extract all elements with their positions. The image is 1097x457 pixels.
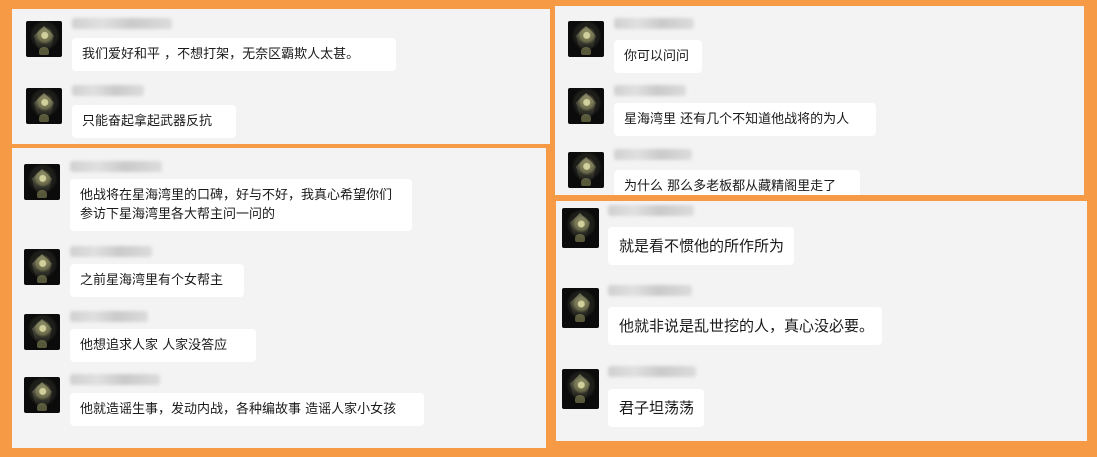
message-bubble[interactable]: 他想追求人家 人家没答应 bbox=[70, 329, 256, 362]
message-bubble[interactable]: 你可以问问 bbox=[614, 40, 702, 73]
sender-name-blurred bbox=[608, 366, 696, 377]
user-avatar-icon[interactable] bbox=[26, 21, 62, 57]
message-bubble[interactable]: 只能奋起拿起武器反抗 bbox=[72, 105, 236, 138]
chat-panel-2: 他战将在星海湾里的口碑，好与不好，我真心希望你们参访下星海湾里各大帮主问一问的 … bbox=[12, 148, 546, 448]
sender-name-blurred bbox=[72, 85, 144, 96]
sender-name-blurred bbox=[70, 374, 160, 385]
sender-name-blurred bbox=[70, 161, 162, 172]
message-bubble[interactable]: 他战将在星海湾里的口碑，好与不好，我真心希望你们参访下星海湾里各大帮主问一问的 bbox=[70, 179, 412, 231]
sender-name-blurred bbox=[608, 205, 694, 216]
user-avatar-icon[interactable] bbox=[24, 249, 60, 285]
chat-panel-4: 就是看不惯他的所作所为 他就非说是乱世挖的人，真心没必要。 君子坦荡荡 bbox=[556, 201, 1087, 441]
message-bubble[interactable]: 他就非说是乱世挖的人，真心没必要。 bbox=[608, 307, 882, 345]
sender-name-blurred bbox=[614, 18, 694, 29]
sender-name-blurred bbox=[614, 85, 686, 96]
message-bubble[interactable]: 为什么 那么多老板都从藏精阁里走了 bbox=[614, 170, 860, 195]
user-avatar-icon[interactable] bbox=[26, 88, 62, 124]
user-avatar-icon[interactable] bbox=[24, 314, 60, 350]
message-bubble[interactable]: 星海湾里 还有几个不知道他战将的为人 bbox=[614, 103, 876, 136]
user-avatar-icon[interactable] bbox=[24, 377, 60, 413]
message-bubble[interactable]: 之前星海湾里有个女帮主 bbox=[70, 264, 244, 297]
user-avatar-icon[interactable] bbox=[568, 21, 604, 57]
message-bubble[interactable]: 他就造谣生事，发动内战，各种编故事 造谣人家小女孩 bbox=[70, 393, 424, 426]
user-avatar-icon[interactable] bbox=[562, 288, 599, 328]
user-avatar-icon[interactable] bbox=[24, 164, 60, 200]
sender-name-blurred bbox=[608, 285, 692, 296]
message-bubble[interactable]: 就是看不惯他的所作所为 bbox=[608, 227, 794, 265]
chat-panel-3: 你可以问问 星海湾里 还有几个不知道他战将的为人 为什么 那么多老板都从藏精阁里… bbox=[555, 6, 1084, 195]
chat-panel-1: 我们爱好和平 ，不想打架，无奈区霸欺人太甚。 只能奋起拿起武器反抗 bbox=[12, 9, 550, 144]
user-avatar-icon[interactable] bbox=[568, 152, 604, 188]
sender-name-blurred bbox=[614, 149, 692, 160]
user-avatar-icon[interactable] bbox=[562, 208, 599, 248]
user-avatar-icon[interactable] bbox=[568, 88, 604, 124]
sender-name-blurred bbox=[70, 311, 148, 322]
message-bubble[interactable]: 君子坦荡荡 bbox=[608, 389, 704, 427]
sender-name-blurred bbox=[70, 246, 152, 257]
message-bubble[interactable]: 我们爱好和平 ，不想打架，无奈区霸欺人太甚。 bbox=[72, 38, 396, 71]
user-avatar-icon[interactable] bbox=[562, 369, 599, 409]
sender-name-blurred bbox=[72, 18, 172, 29]
